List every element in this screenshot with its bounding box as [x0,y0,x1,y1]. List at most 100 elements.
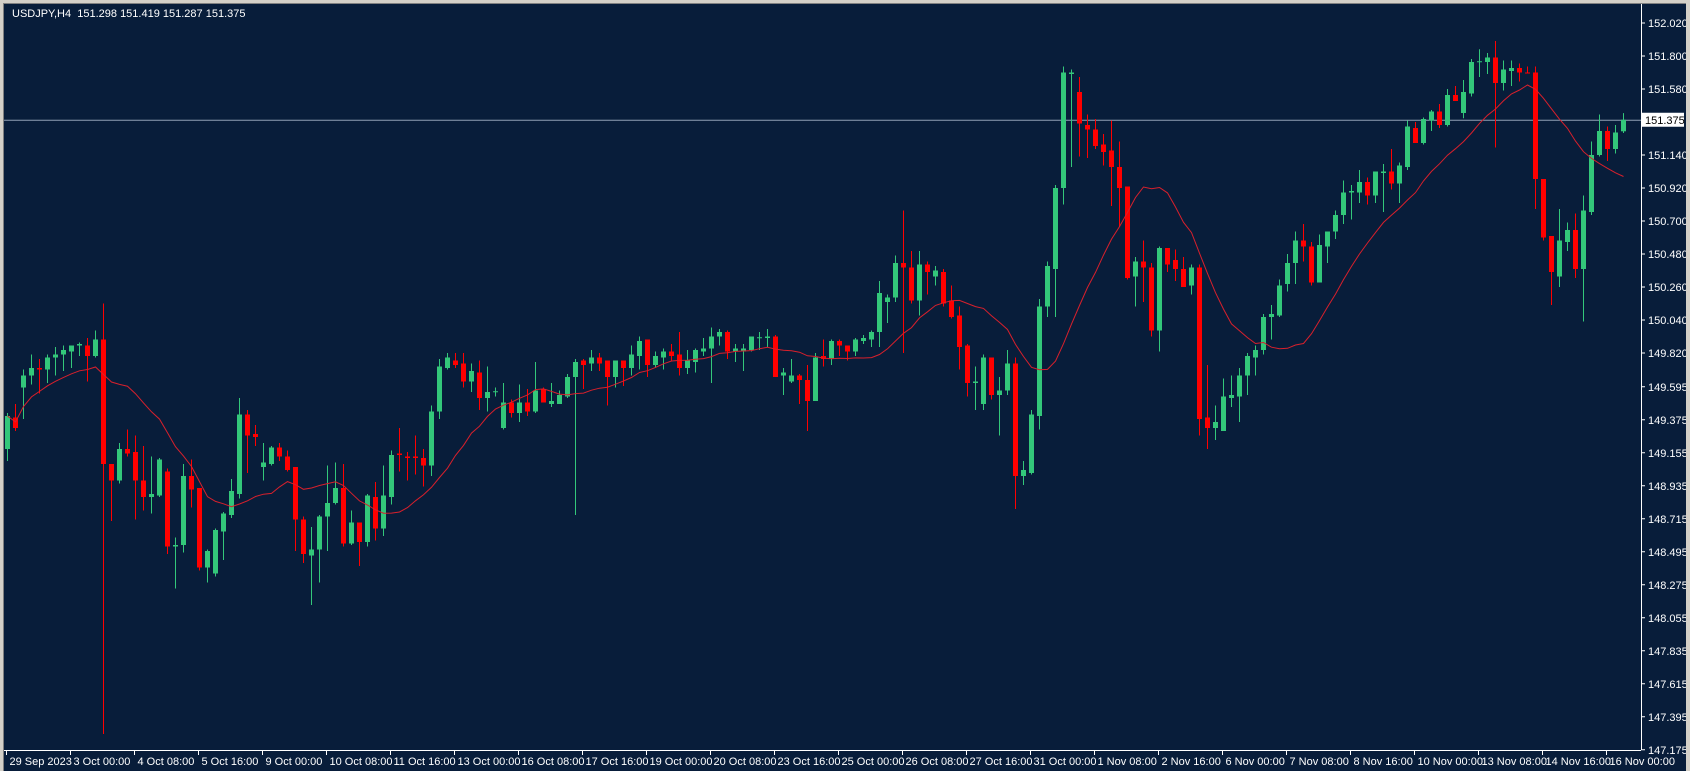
candle-body [1269,314,1274,317]
time-tick-label: 25 Oct 00:00 [842,756,905,768]
candle-body [1085,125,1090,130]
candle [1349,185,1354,220]
candle-body [109,464,114,481]
candle [677,332,682,376]
chart-window[interactable]: USDJPY,H4 151.298 151.419 151.287 151.37… [3,3,1686,771]
candle-body [701,348,706,352]
candle [1589,141,1594,215]
candle-body [1389,171,1394,184]
candle-body [1357,182,1362,193]
candle-body [309,549,314,556]
candle-body [1029,414,1034,473]
candle [397,428,402,472]
price-tick-label: 151.800 [1648,51,1686,63]
candle [1229,375,1234,407]
candle-body [845,345,850,352]
candle-body [1509,68,1514,71]
candle-body [1485,57,1490,62]
candle-body [493,391,498,393]
candle [1053,185,1058,317]
candle [869,330,874,347]
candle [325,465,330,551]
candle-body [653,356,658,365]
price-axis[interactable]: 152.020 151.800 151.580 151.140 150.920 150.7… [1641,4,1686,757]
candle [981,354,986,410]
candle [949,285,954,319]
candle-body [1309,246,1314,283]
candle-body [77,344,82,346]
time-tick-label: 14 Nov 16:00 [1546,756,1611,768]
candle-body [405,456,410,458]
price-tick-label: 151.580 [1648,84,1686,96]
time-tick-label: 13 Oct 00:00 [458,756,521,768]
candle [629,345,634,376]
candle-body [1293,240,1298,263]
price-tick-label: 147.835 [1648,646,1686,658]
candle [1173,249,1178,281]
candle-body [621,360,626,368]
candle-body [549,401,554,404]
candle [877,281,882,347]
price-tick-label: 148.935 [1648,481,1686,493]
time-tick-label: 5 Oct 16:00 [202,756,259,768]
candle [1365,177,1370,205]
candle-body [637,341,642,356]
candle-body [1493,57,1498,83]
candle [1061,66,1066,205]
candle [1277,279,1282,317]
candle-body [573,362,578,377]
candle [661,348,666,370]
candle-body [901,263,906,268]
candle-body [1213,422,1218,428]
candle [1421,117,1426,145]
candle-body [541,389,546,403]
candle-body [1565,230,1570,242]
candle-body [685,360,690,368]
candle [173,537,178,589]
candle [885,294,890,323]
candle [1109,120,1114,206]
price-tick-label: 150.040 [1648,315,1686,327]
candle-body [813,357,818,401]
candle-body [485,392,490,398]
candle-body [213,530,218,574]
candle [1093,119,1098,149]
candle [197,488,202,571]
candle [733,344,738,362]
candle [1501,60,1506,91]
candle-body [773,336,778,377]
candle-body [53,354,58,358]
candle-body [1061,72,1066,188]
candle [1029,410,1034,475]
candle-body [781,372,786,376]
candle [589,350,594,371]
candle-body [157,459,162,496]
candle [1253,345,1258,376]
candle [5,413,10,461]
candle-body [1021,470,1026,476]
candle-body [1173,260,1178,269]
candle [1269,305,1274,340]
candle-body [1117,167,1122,188]
candle [69,345,74,368]
candle-body [1381,171,1386,173]
candle [181,464,186,553]
time-tick-label: 20 Oct 08:00 [714,756,777,768]
candle [1325,231,1330,263]
time-axis[interactable]: 29 Sep 2023 3 Oct 00:00 4 Oct 08:00 5 Oct 1… [4,750,1675,768]
candle [1141,240,1146,302]
time-tick-label: 6 Nov 00:00 [1226,756,1285,768]
candle-body [1037,306,1042,416]
candle-body [173,545,178,547]
candle-body [789,375,794,382]
candle [797,374,802,404]
candle [1301,224,1306,262]
candlestick-chart[interactable]: 152.020 151.800 151.580 151.140 150.920 150.7… [4,4,1686,771]
candle [597,353,602,371]
candles [5,41,1626,734]
candle-body [1437,111,1442,125]
candle-body [605,360,610,377]
candle-body [1469,62,1474,94]
candle-body [269,447,274,464]
time-tick-label: 10 Oct 08:00 [330,756,393,768]
